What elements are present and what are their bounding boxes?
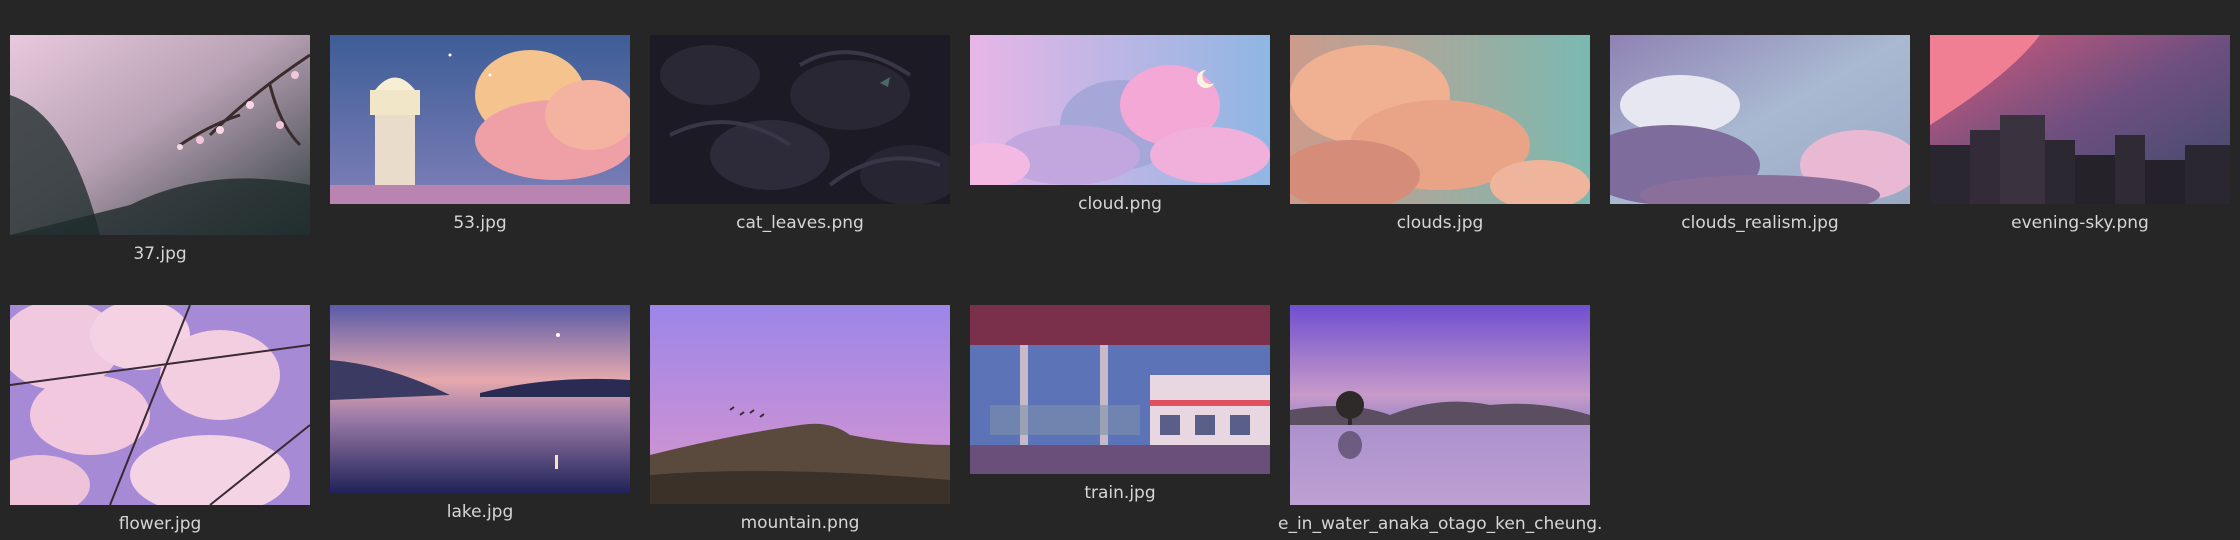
- file-item-clouds[interactable]: clouds.jpg: [1290, 35, 1590, 245]
- file-item-37[interactable]: 37.jpg: [10, 35, 310, 270]
- file-name-clouds-realism: clouds_realism.jpg: [1681, 213, 1839, 233]
- thumbnail-53[interactable]: [330, 35, 630, 204]
- file-name-cloud: cloud.png: [1078, 194, 1162, 214]
- file-name-clouds: clouds.jpg: [1396, 213, 1484, 233]
- file-name-mountain: mountain.png: [740, 513, 860, 533]
- thumbnail-mountain[interactable]: [650, 305, 950, 504]
- file-name-evening-sky: evening-sky.png: [2011, 213, 2149, 233]
- thumbnail-train[interactable]: [970, 305, 1270, 474]
- thumbnail-tree-in-water[interactable]: [1290, 305, 1590, 505]
- file-item-clouds-realism[interactable]: clouds_realism.jpg: [1610, 35, 1910, 245]
- file-item-evening-sky[interactable]: evening-sky.png: [1930, 35, 2230, 245]
- thumbnail-evening-sky[interactable]: [1930, 35, 2230, 204]
- file-name-tree-in-water: e_in_water_anaka_otago_ken_cheung.: [1278, 514, 1602, 534]
- file-item-train[interactable]: train.jpg: [970, 305, 1270, 515]
- file-name-53: 53.jpg: [453, 213, 507, 233]
- file-name-cat-leaves: cat_leaves.png: [736, 213, 864, 233]
- file-grid: 37.jpg 53.jpg cat_leaves.png cloud.png c…: [0, 0, 2240, 540]
- file-item-flower[interactable]: flower.jpg: [10, 305, 310, 540]
- file-item-cloud[interactable]: cloud.png: [970, 35, 1270, 225]
- file-name-37: 37.jpg: [133, 244, 187, 264]
- file-item-mountain[interactable]: mountain.png: [650, 305, 950, 540]
- file-item-tree-in-water[interactable]: e_in_water_anaka_otago_ken_cheung.: [1278, 305, 1602, 540]
- file-name-train: train.jpg: [1084, 483, 1156, 503]
- thumbnail-flower[interactable]: [10, 305, 310, 505]
- thumbnail-clouds[interactable]: [1290, 35, 1590, 204]
- thumbnail-cat-leaves[interactable]: [650, 35, 950, 204]
- file-item-cat-leaves[interactable]: cat_leaves.png: [650, 35, 950, 245]
- file-item-53[interactable]: 53.jpg: [330, 35, 630, 245]
- thumbnail-lake[interactable]: [330, 305, 630, 493]
- file-item-lake[interactable]: lake.jpg: [330, 305, 630, 525]
- thumbnail-37[interactable]: [10, 35, 310, 235]
- file-name-flower: flower.jpg: [118, 514, 202, 534]
- thumbnail-cloud[interactable]: [970, 35, 1270, 185]
- thumbnail-clouds-realism[interactable]: [1610, 35, 1910, 204]
- file-name-lake: lake.jpg: [446, 502, 514, 522]
